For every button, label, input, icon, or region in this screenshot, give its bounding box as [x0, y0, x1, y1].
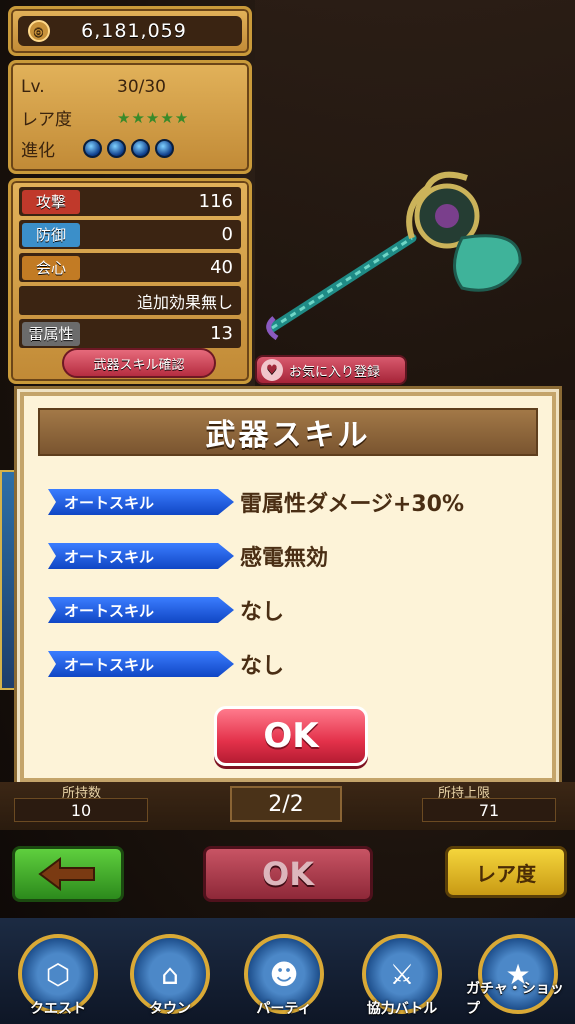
lock-heart-icon: ♥	[261, 359, 283, 381]
limit-value: 71	[422, 798, 556, 822]
stat-value-critical: 40	[210, 257, 233, 278]
town-icon: ⌂	[161, 957, 179, 991]
level-row: Lv. 30/30	[21, 71, 239, 102]
stat-value-thunder: 13	[210, 323, 233, 344]
nav-label: クエスト	[30, 1001, 86, 1017]
skill-row: オートスキル 雷属性ダメージ+30%	[48, 486, 464, 518]
ok-button[interactable]: OK	[203, 846, 373, 902]
auto-skill-tag: オートスキル	[48, 543, 234, 569]
rarity-row: レア度 ★★★★★	[21, 102, 239, 133]
evolution-label: 進化	[21, 141, 55, 161]
nav-item-party[interactable]: ☻ パーティ	[232, 934, 336, 1022]
dialog-title: 武器スキル	[38, 408, 538, 456]
stat-row-attack: 攻撃 116	[19, 187, 241, 216]
owned-count-value: 10	[14, 798, 148, 822]
skill-row: オートスキル なし	[48, 594, 284, 626]
nav-label: ガチャ・ショップ	[466, 981, 564, 1017]
stat-row-critical: 会心 40	[19, 253, 241, 282]
stat-label-attack: 攻撃	[22, 189, 80, 214]
evolution-row: 進化	[21, 133, 239, 164]
nav-item-quest[interactable]: ⬡ クエスト	[6, 934, 110, 1022]
stat-label-thunder: 雷属性	[22, 321, 80, 346]
quest-icon: ⬡	[45, 957, 71, 991]
rarity-stars: ★★★★★	[117, 108, 190, 127]
evolution-orb-icon	[131, 139, 150, 158]
skill-text: 感電無効	[240, 546, 329, 571]
skill-text: なし	[240, 654, 285, 679]
evolution-orb-icon	[83, 139, 102, 158]
nav-label: 協力バトル	[366, 1001, 438, 1017]
coin-icon: ◎	[28, 20, 50, 42]
stat-extra-effect: 追加効果無し	[136, 292, 233, 312]
stat-label-critical: 会心	[22, 255, 80, 280]
stat-row-extra-effect: 追加効果無し	[19, 286, 241, 315]
coin-value: 6,181,059	[81, 20, 187, 42]
rarity-sort-button[interactable]: レア度	[445, 846, 567, 898]
auto-skill-tag: オートスキル	[48, 597, 234, 623]
skill-text: なし	[240, 600, 285, 625]
favorite-button[interactable]: ♥ お気に入り登録	[255, 355, 407, 385]
stat-value-attack: 116	[198, 191, 233, 212]
auto-skill-tag: オートスキル	[48, 651, 234, 677]
side-panel-edge	[0, 470, 20, 690]
rarity-label: レア度	[21, 110, 72, 130]
skill-row: オートスキル なし	[48, 648, 284, 680]
status-panel: Lv. 30/30 レア度 ★★★★★ 進化	[8, 60, 252, 174]
party-icon: ☻	[269, 957, 299, 991]
page-indicator: 2/2	[230, 786, 342, 822]
level-value: 30/30	[117, 76, 166, 97]
auto-skill-tag: オートスキル	[48, 489, 234, 515]
nav-item-coop-battle[interactable]: ⚔ 協力バトル	[350, 934, 454, 1022]
nav-label: タウン	[149, 1001, 191, 1017]
back-button[interactable]	[12, 846, 124, 902]
stat-row-defense: 防御 0	[19, 220, 241, 249]
stat-row-thunder: 雷属性 13	[19, 319, 241, 348]
nav-item-gacha-shop[interactable]: ★ ガチャ・ショップ	[466, 934, 570, 1022]
nav-label: パーティ	[256, 1001, 312, 1017]
level-label: Lv.	[21, 76, 45, 97]
skill-text: 雷属性ダメージ+30%	[240, 492, 464, 517]
weapon-image	[266, 171, 522, 341]
evolution-orb-icon	[107, 139, 126, 158]
stat-label-defense: 防御	[22, 222, 80, 247]
bottom-nav: ⬡ クエスト ⌂ タウン ☻ パーティ ⚔ 協力バトル ★ ガチャ・ショップ	[0, 918, 575, 1024]
favorite-label: お気に入り登録	[289, 364, 381, 380]
nav-item-town[interactable]: ⌂ タウン	[118, 934, 222, 1022]
arrow-left-icon	[38, 857, 95, 891]
coin-panel: ◎ 6,181,059	[8, 6, 252, 56]
weapon-skill-dialog: 武器スキル オートスキル 雷属性ダメージ+30% オートスキル 感電無効 オート…	[20, 392, 556, 782]
coin-display: ◎ 6,181,059	[18, 16, 242, 46]
stat-value-defense: 0	[221, 224, 233, 245]
dialog-ok-button[interactable]: OK	[214, 706, 368, 766]
coop-battle-icon: ⚔	[389, 957, 415, 991]
evolution-orb-icon	[155, 139, 174, 158]
weapon-skill-check-button[interactable]: 武器スキル確認	[62, 348, 216, 378]
skill-row: オートスキル 感電無効	[48, 540, 328, 572]
